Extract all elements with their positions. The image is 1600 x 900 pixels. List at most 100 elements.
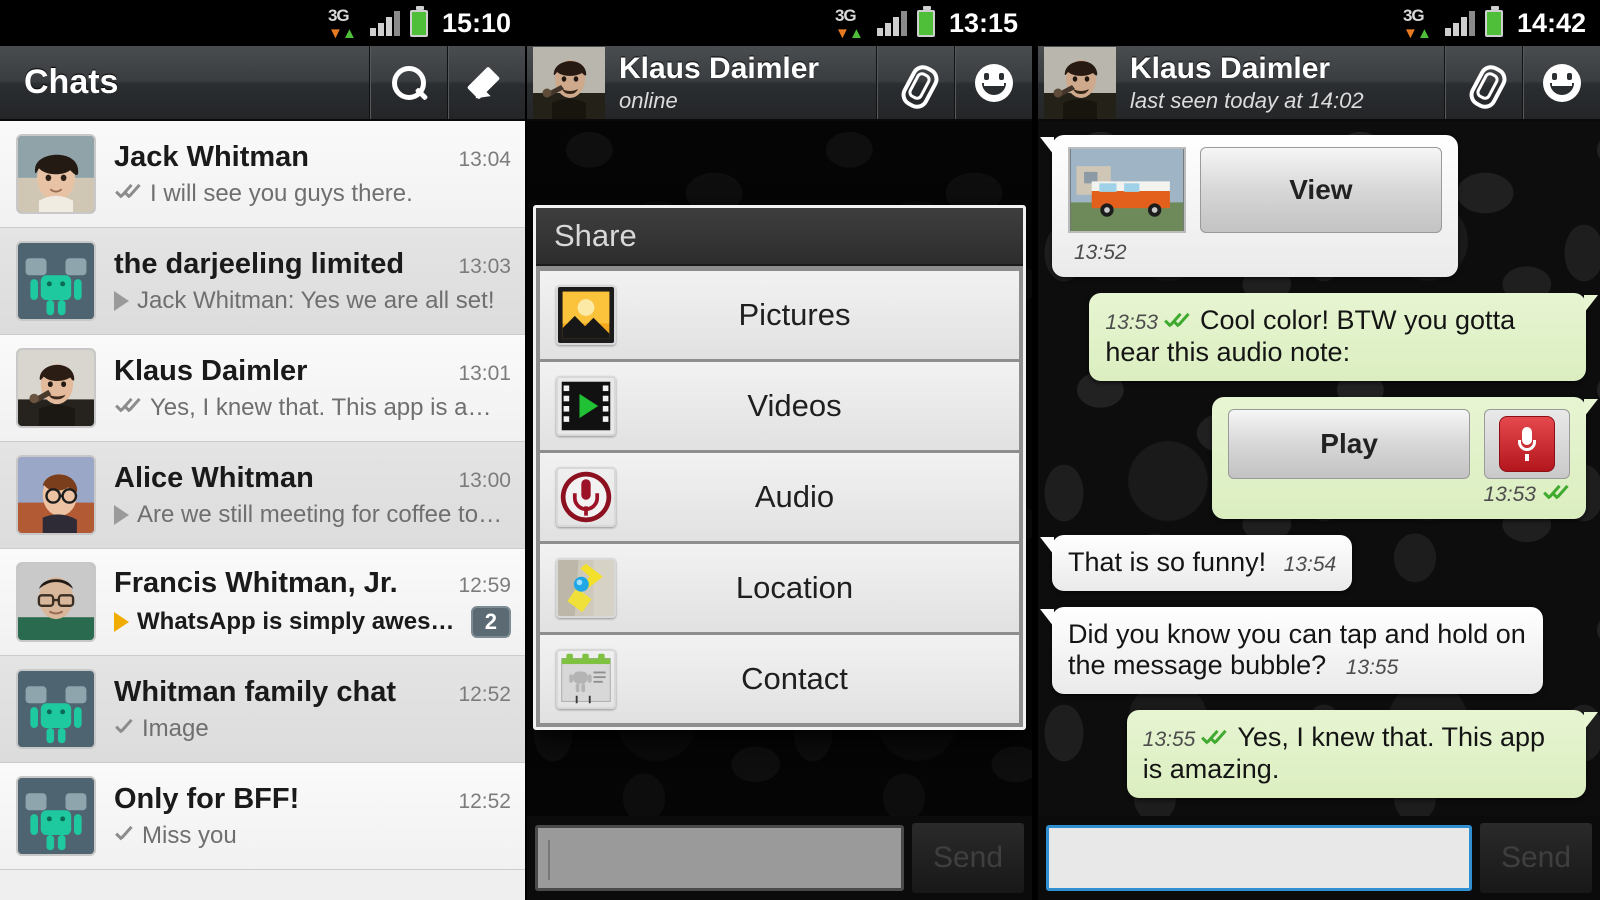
contact-icon	[556, 649, 616, 709]
chat-time: 13:01	[458, 361, 511, 385]
share-option-videos[interactable]: Videos	[540, 362, 1019, 450]
network-label: 3G	[834, 6, 857, 25]
message-bubble-image[interactable]: View 13:52	[1040, 135, 1458, 277]
chat-list-item[interactable]: Jack Whitman 13:04 I will see you guys t…	[0, 121, 525, 228]
share-option-label: Videos	[747, 388, 842, 423]
videos-icon	[556, 376, 616, 436]
chat-preview: Jack Whitman: Yes we are all set!	[137, 286, 495, 314]
chat-name: Only for BFF!	[114, 782, 300, 815]
message-row: View 13:52	[1040, 135, 1586, 277]
paperclip-icon	[1466, 63, 1502, 103]
single-check-icon	[114, 720, 134, 738]
signal-bars-icon	[1444, 10, 1475, 36]
paperclip-icon	[898, 63, 934, 103]
message-meta: 13:55	[1143, 728, 1229, 752]
chat-list[interactable]: Jack Whitman 13:04 I will see you guys t…	[0, 121, 525, 900]
chat-name: Klaus Daimler	[114, 354, 308, 387]
bubble-tail	[1584, 398, 1598, 417]
send-button[interactable]: Send	[1480, 823, 1592, 893]
chat-time: 12:52	[458, 682, 511, 706]
chat-list-item[interactable]: Francis Whitman, Jr. 12:59 WhatsApp is s…	[0, 549, 525, 656]
media-row: View	[1068, 147, 1442, 233]
share-option-audio[interactable]: Audio	[540, 453, 1019, 541]
search-icon	[391, 65, 426, 100]
attach-button[interactable]	[1444, 46, 1522, 119]
chat-list-item[interactable]: Only for BFF! 12:52 Miss you	[0, 763, 525, 870]
media-row: Play	[1228, 408, 1570, 479]
new-chat-button[interactable]	[447, 46, 525, 119]
attach-button[interactable]	[876, 46, 954, 119]
share-option-pictures[interactable]: Pictures	[540, 271, 1019, 359]
contact-status: online	[619, 87, 678, 113]
chat-time: 13:00	[458, 468, 511, 492]
play-triangle-icon	[114, 611, 129, 632]
status-bar: 3G ▼ ▲ 13:15	[527, 0, 1032, 46]
share-option-label: Location	[735, 570, 854, 605]
double-check-icon	[1163, 314, 1191, 332]
message-bubble-text[interactable]: Did you know you can tap and hold on the…	[1040, 606, 1544, 695]
chat-name: Francis Whitman, Jr.	[114, 566, 398, 599]
message-row: Did you know you can tap and hold on the…	[1040, 606, 1586, 695]
share-option-location[interactable]: Location	[540, 544, 1019, 632]
status-time: 14:42	[1516, 7, 1586, 38]
chat-time: 13:04	[458, 147, 511, 171]
smiley-icon	[974, 63, 1013, 102]
mic-chip	[1499, 415, 1555, 472]
chat-time: 12:52	[458, 789, 511, 813]
message-input[interactable]	[1046, 825, 1472, 891]
message-input[interactable]	[535, 825, 904, 891]
message-time: 13:55	[1142, 728, 1196, 752]
message-time: 13:53	[1483, 482, 1536, 506]
contact-names: Klaus Daimler last seen today at 14:02	[1116, 52, 1364, 114]
message-row: 13:53 Cool color! BTW you gotta hear thi…	[1052, 293, 1598, 381]
avatar	[1044, 46, 1116, 119]
phone-panel-chats: 3G ▼ ▲ 15:10 Chats Jack Whitman 13:04 I …	[0, 0, 525, 900]
chat-item-body: Francis Whitman, Jr. 12:59 WhatsApp is s…	[96, 567, 511, 638]
message-composer: Send	[1038, 816, 1600, 900]
screenshot-stage: 3G ▼ ▲ 15:10 Chats Jack Whitman 13:04 I …	[0, 0, 1600, 900]
chat-item-body: Whitman family chat 12:52 Image	[96, 676, 511, 743]
emoji-button[interactable]	[1522, 46, 1600, 119]
message-bubble-text[interactable]: 13:53 Cool color! BTW you gotta hear thi…	[1089, 293, 1598, 381]
emoji-button[interactable]	[954, 46, 1032, 119]
status-bar: 3G ▼ ▲ 15:10	[0, 0, 525, 46]
unread-badge: 2	[470, 605, 511, 638]
chat-list-item[interactable]: Whitman family chat 12:52 Image	[0, 656, 525, 763]
signal-bars-icon	[876, 10, 907, 36]
message-bubble-text[interactable]: That is so funny! 13:54	[1040, 534, 1353, 591]
message-bubble-text[interactable]: 13:55 Yes, I knew that. This app is amaz…	[1126, 710, 1598, 799]
avatar	[16, 455, 96, 535]
bubble-tail	[1040, 536, 1054, 555]
audio-note-icon-button[interactable]	[1484, 408, 1570, 479]
avatar	[16, 562, 96, 642]
dialog-title: Share	[536, 208, 1023, 266]
chat-list-item[interactable]: Alice Whitman 13:00 Are we still meeting…	[0, 442, 525, 549]
message-time: 13:52	[1074, 241, 1127, 264]
play-audio-button[interactable]: Play	[1228, 408, 1470, 479]
upload-arrow-icon: ▲	[1416, 25, 1432, 42]
message-time: 13:54	[1283, 552, 1337, 576]
avatar	[16, 348, 96, 428]
signal-bars-icon	[369, 10, 400, 36]
search-button[interactable]	[369, 46, 447, 119]
phone-panel-conversation: 3G ▼ ▲ 14:42 Klaus Daimler last seen tod…	[1038, 0, 1600, 900]
network-3g-icon: 3G ▼ ▲	[326, 6, 360, 41]
send-button[interactable]: Send	[912, 823, 1024, 893]
chat-list-item[interactable]: the darjeeling limited 13:03 Jack Whitma…	[0, 228, 525, 335]
message-meta: 13:53	[1105, 311, 1191, 335]
view-image-button[interactable]: View	[1200, 147, 1442, 233]
contact-name: Klaus Daimler	[1130, 51, 1331, 85]
double-check-icon	[114, 399, 142, 417]
chat-item-body: Jack Whitman 13:04 I will see you guys t…	[96, 141, 511, 208]
chat-preview: I will see you guys there.	[150, 179, 413, 207]
message-bubble-audio[interactable]: Play 13:53	[1212, 396, 1598, 519]
share-option-contact[interactable]: Contact	[540, 635, 1019, 723]
contact-header[interactable]: Klaus Daimler online	[527, 46, 876, 119]
message-text: That is so funny!	[1068, 546, 1267, 577]
network-label: 3G	[327, 6, 350, 25]
chat-list-item[interactable]: Klaus Daimler 13:01 Yes, I knew that. Th…	[0, 335, 525, 442]
contact-header[interactable]: Klaus Daimler last seen today at 14:02	[1038, 46, 1444, 119]
text-caret	[548, 840, 550, 880]
chat-preview: WhatsApp is simply awesome.	[137, 607, 463, 635]
status-time: 15:10	[441, 7, 511, 38]
